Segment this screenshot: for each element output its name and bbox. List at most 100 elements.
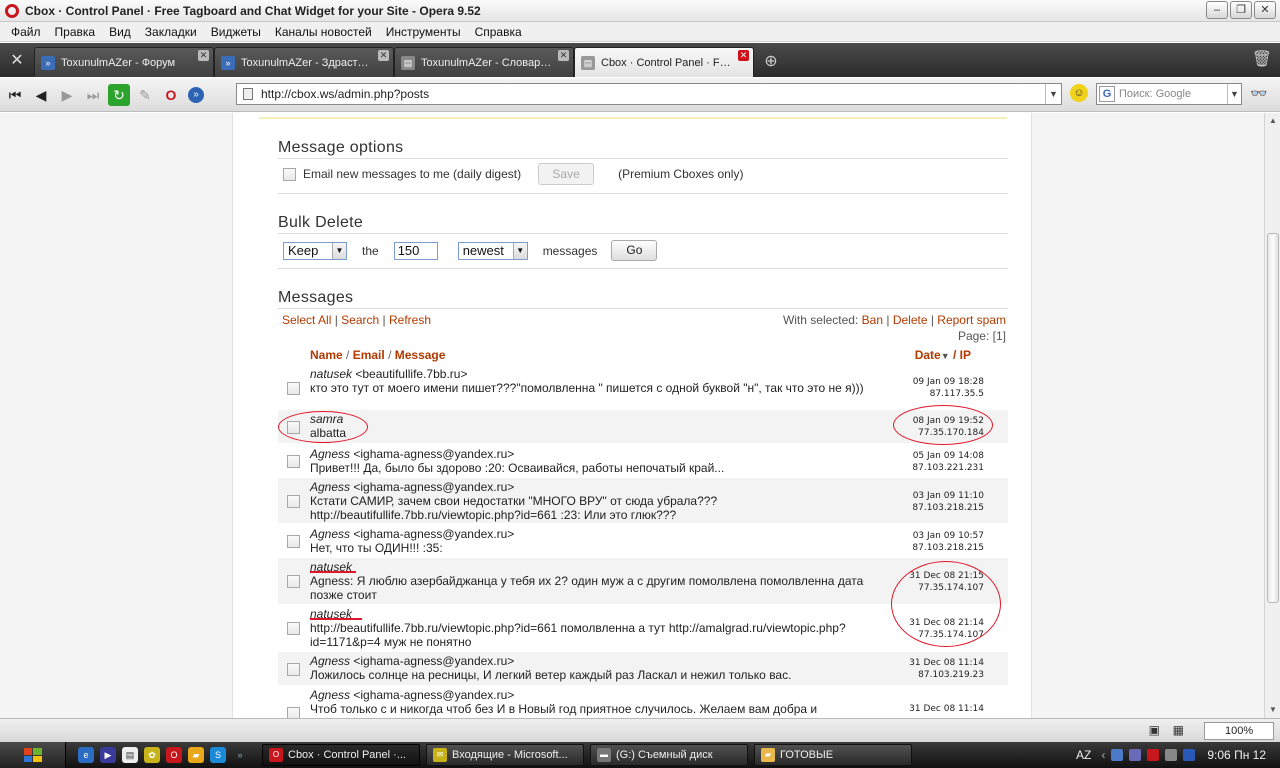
menu-help[interactable]: Справка [468, 25, 529, 39]
media-player-icon[interactable]: ▶ [100, 747, 116, 763]
folder-icon[interactable]: ▰ [188, 747, 204, 763]
row-checkbox[interactable] [287, 495, 300, 508]
speed-dial-icon[interactable]: » [188, 86, 204, 103]
scroll-up-icon[interactable]: ▲ [1265, 113, 1280, 129]
message-column-header[interactable]: Message [395, 348, 446, 362]
windows-taskbar: e ▶ ▤ ✿ O ▰ S » O Cbox · Control Panel ·… [0, 742, 1280, 768]
fast-forward-icon[interactable]: ⏭ [82, 84, 104, 106]
tab-close-icon[interactable]: ✕ [738, 50, 749, 61]
menu-edit[interactable]: Правка [48, 25, 103, 39]
tab-forum[interactable]: » ToxunulmAZer - Форум ✕ [34, 47, 214, 77]
new-tab-icon[interactable]: ⊕ [758, 49, 784, 75]
address-dropdown-icon[interactable]: ▼ [1045, 84, 1061, 104]
drive-icon: ▬ [597, 748, 611, 762]
search-link[interactable]: Search [341, 313, 379, 327]
chevron-left-icon[interactable]: ‹ [1101, 748, 1105, 762]
icq-icon[interactable]: ✿ [144, 747, 160, 763]
tab-cbox[interactable]: ▤ Cbox · Control Panel · F… ✕ [574, 47, 754, 77]
menu-feeds[interactable]: Каналы новостей [268, 25, 379, 39]
menu-view[interactable]: Вид [102, 25, 138, 39]
row-checkbox[interactable] [287, 535, 300, 548]
trash-icon[interactable]: 🗑 [1252, 49, 1272, 69]
ie-icon[interactable]: e [78, 747, 94, 763]
bulk-messages-label: messages [542, 243, 598, 258]
ip-column-header[interactable]: IP [960, 348, 971, 362]
tools-icon[interactable]: ✕ [0, 43, 34, 77]
go-button[interactable]: Go [611, 240, 658, 261]
bulk-count-input[interactable] [393, 241, 438, 260]
task-outlook[interactable]: ✉ Входящие - Microsoft... [426, 744, 584, 766]
address-field[interactable]: http://cbox.ws/admin.php?posts ▼ [236, 83, 1062, 105]
widget-smiley-icon[interactable]: ☺ [1070, 84, 1088, 102]
images-icon[interactable]: ▦ [1173, 723, 1184, 737]
row-checkbox[interactable] [287, 575, 300, 588]
row-checkbox[interactable] [287, 622, 300, 635]
search-field[interactable]: G Поиск: Google ▼ [1096, 83, 1242, 105]
tab-dictionary[interactable]: ▤ ToxunulmAZer - Словар… ✕ [394, 47, 574, 77]
message-ip: 77.35.170.184 [918, 428, 984, 438]
ban-link[interactable]: Ban [862, 313, 883, 327]
page-scrollbar[interactable]: ▲ ▼ [1264, 113, 1280, 718]
glasses-icon[interactable]: 👓 [1250, 85, 1267, 102]
forward-icon[interactable]: ▶ [56, 84, 78, 106]
row-checkbox[interactable] [287, 382, 300, 395]
tab-hello[interactable]: » ToxunulmAZer - Здраст… ✕ [214, 47, 394, 77]
skype-icon[interactable]: S [210, 747, 226, 763]
rewind-icon[interactable]: ⏮ [4, 84, 26, 106]
email-column-header[interactable]: Email [353, 348, 385, 362]
language-indicator[interactable]: AZ [1076, 748, 1091, 762]
volume-icon[interactable] [1165, 749, 1178, 761]
network-icon[interactable] [1111, 749, 1124, 761]
row-checkbox[interactable] [287, 455, 300, 468]
scroll-down-icon[interactable]: ▼ [1265, 702, 1280, 718]
back-icon[interactable]: ◀ [30, 84, 52, 106]
reload-icon[interactable]: ↻ [108, 83, 130, 106]
task-folder[interactable]: ▰ ГОТОВЫЕ [754, 744, 912, 766]
menu-tools[interactable]: Инструменты [379, 25, 468, 39]
task-drive[interactable]: ▬ (G:) Съемный диск [590, 744, 748, 766]
panel-icon[interactable]: ▣ [1149, 723, 1160, 737]
select-all-link[interactable]: Select All [282, 313, 331, 327]
zoom-control[interactable]: 100% [1204, 722, 1274, 740]
window-controls: – ❐ ✕ [1206, 1, 1276, 19]
maximize-button[interactable]: ❐ [1230, 1, 1252, 19]
scroll-thumb[interactable] [1267, 233, 1279, 603]
row-checkbox[interactable] [287, 663, 300, 676]
edit-icon[interactable]: ✎ [134, 84, 156, 106]
date-column-header[interactable]: Date [915, 348, 941, 362]
refresh-link[interactable]: Refresh [389, 313, 431, 327]
search-dropdown-icon[interactable]: ▼ [1227, 84, 1241, 104]
name-column-header[interactable]: Name [310, 348, 343, 362]
start-button[interactable] [0, 742, 66, 768]
display-icon[interactable] [1129, 749, 1142, 761]
bulk-mode-select[interactable]: Keep ▼ [283, 241, 347, 260]
notepad-icon[interactable]: ▤ [122, 747, 138, 763]
menu-widgets[interactable]: Виджеты [204, 25, 268, 39]
table-row: natusek <beautifullife.7bb.ru> кто это ту… [278, 365, 1008, 409]
opera-home-icon[interactable]: O [160, 84, 182, 106]
message-body: Agness <ighama-agness@yandex.ru> Ложилось… [310, 654, 880, 682]
row-checkbox[interactable] [287, 707, 300, 718]
chevron-right-icon[interactable]: » [232, 747, 248, 763]
email-digest-checkbox[interactable] [283, 167, 296, 181]
tab-close-icon[interactable]: ✕ [558, 50, 569, 61]
minimize-button[interactable]: – [1206, 1, 1228, 19]
task-opera[interactable]: O Cbox · Control Panel ·... [262, 744, 420, 766]
tab-label: ToxunulmAZer - Словар… [421, 56, 552, 69]
close-window-button[interactable]: ✕ [1254, 1, 1276, 19]
bluetooth-icon[interactable] [1183, 749, 1196, 761]
message-date: 31 Dec 08 11:14 [909, 658, 984, 668]
row-checkbox[interactable] [287, 421, 300, 434]
opera-icon[interactable]: O [166, 747, 182, 763]
author-name: samra [310, 412, 344, 426]
menu-bookmarks[interactable]: Закладки [138, 25, 204, 39]
menu-file[interactable]: Файл [4, 25, 48, 39]
message-text: Привет!!! Да, было бы здорово :20: Осваи… [310, 461, 725, 475]
tab-close-icon[interactable]: ✕ [198, 50, 209, 61]
bulk-order-select[interactable]: newest ▼ [457, 241, 528, 260]
delete-link[interactable]: Delete [893, 313, 928, 327]
save-button[interactable]: Save [538, 163, 595, 185]
tab-close-icon[interactable]: ✕ [378, 50, 389, 61]
report-spam-link[interactable]: Report spam [937, 313, 1006, 327]
antivirus-icon[interactable] [1147, 749, 1160, 761]
